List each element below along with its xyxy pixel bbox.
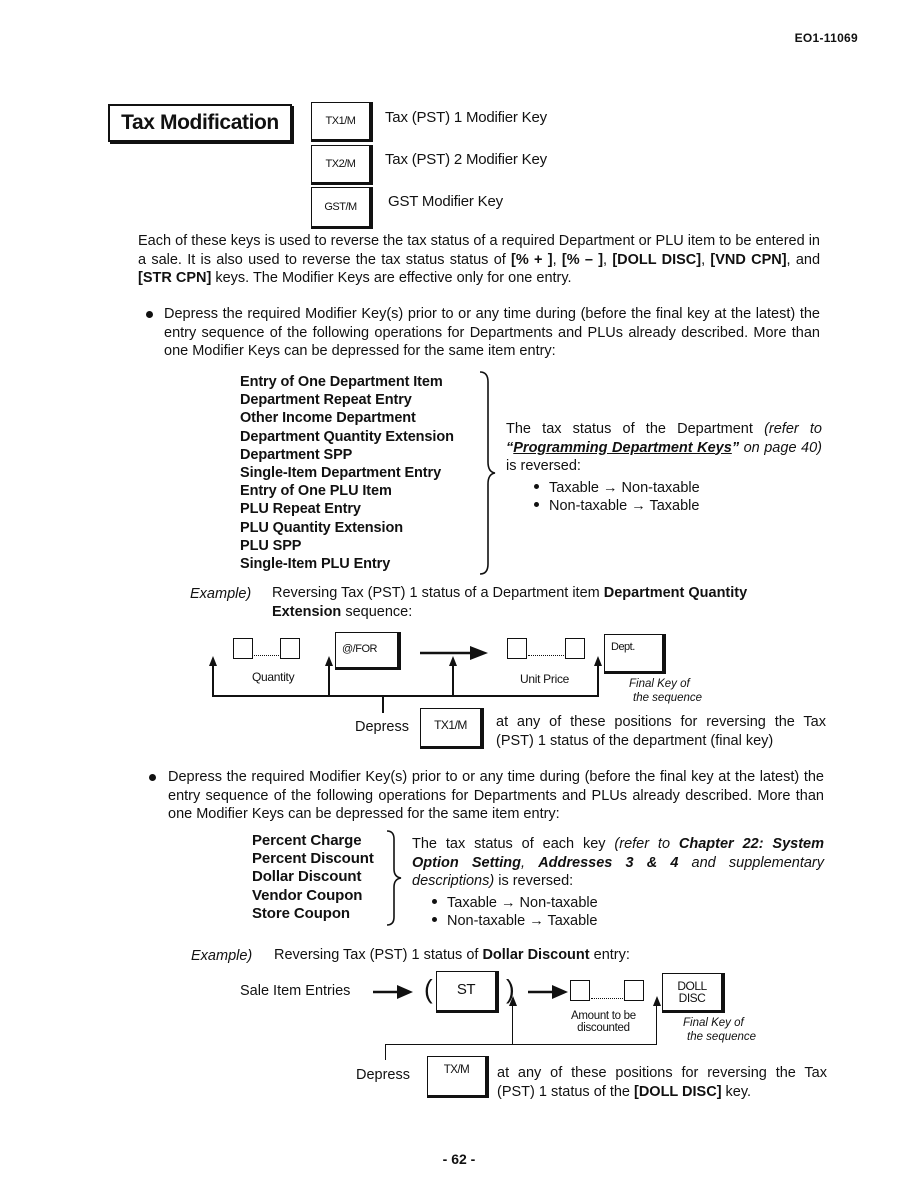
quantity-digit-box [233, 638, 253, 659]
operation-item: Percent Charge [252, 832, 362, 849]
operation-item: Entry of One Department Item [240, 374, 443, 390]
bullet2-text: Depress the required Modifier Key(s) pri… [168, 769, 824, 822]
amount-caption: Amount to be discounted [571, 1010, 636, 1034]
bullet1-result-text: The tax status of the Department (refer … [506, 421, 822, 474]
example1-depress-text: at any of these positions for reversing … [496, 714, 826, 749]
connector-line [656, 1004, 657, 1044]
sub-bullet: Taxable → Non-taxable [534, 479, 822, 497]
up-arrow-icon [509, 996, 517, 1006]
connector-line [597, 664, 599, 695]
unit-price-caption: Unit Price [520, 672, 570, 686]
bullet2-operations-list: Percent Charge Percent Discount Dollar D… [252, 832, 374, 923]
right-arrow-icon [373, 985, 413, 999]
connector-line [452, 664, 454, 695]
tx1-modifier-key-example: TX1/M [420, 708, 484, 749]
example1-label: Example) [190, 586, 252, 602]
operation-item: Single-Item Department Entry [240, 465, 442, 482]
doll-disc-key: DOLL DISC [662, 973, 725, 1013]
operation-item: Department Repeat Entry [240, 392, 412, 409]
example2-depress-text: at any of these positions for reversing … [497, 1065, 827, 1100]
operation-item: Store Coupon [252, 904, 350, 922]
bullet-marker [146, 311, 153, 318]
st-key: ST [436, 971, 499, 1013]
amount-digit-box [570, 980, 590, 1001]
up-arrow-icon [449, 656, 457, 666]
bullet1-text: Depress the required Modifier Key(s) pri… [164, 306, 820, 359]
operation-item: Single-Item PLU Entry [240, 556, 391, 573]
connector-line [385, 1044, 657, 1045]
example2-label: Example) [191, 948, 253, 964]
up-arrow-icon [209, 656, 217, 666]
quantity-caption: Quantity [252, 670, 295, 684]
right-brace-icon [479, 371, 496, 575]
operation-item: Vendor Coupon [252, 886, 363, 904]
final-key-caption: Final Key of the sequence [629, 678, 703, 704]
tx1-modifier-label: Tax (PST) 1 Modifier Key [385, 109, 547, 126]
right-arrow-icon [528, 985, 568, 999]
tx2-modifier-label: Tax (PST) 2 Modifier Key [385, 151, 547, 168]
dotted-line [254, 655, 279, 656]
operation-item: Entry of One PLU Item [240, 483, 392, 500]
dept-key: Dept. [604, 634, 666, 674]
operation-item: Dollar Discount [252, 868, 362, 886]
up-arrow-icon [653, 996, 661, 1006]
bullet2-result: The tax status of each key (refer to Cha… [412, 835, 824, 930]
programming-department-keys-link[interactable]: Programming Department Keys [513, 440, 732, 456]
bullet1-operations-list: Entry of One Department Item Department … [240, 373, 454, 573]
depress-label: Depress [356, 1067, 410, 1083]
bullet2-result-text: The tax status of each key (refer to Cha… [412, 836, 825, 889]
operation-item: Department SPP [240, 446, 353, 463]
sale-item-entries-label: Sale Item Entries [240, 983, 351, 999]
amount-digit-box [624, 980, 644, 1001]
tx1-modifier-key: TX1/M [311, 102, 373, 142]
connector-line [512, 1004, 513, 1044]
paren-open: ( [424, 974, 433, 1004]
document-id: EO1-11069 [794, 31, 858, 45]
depress-label: Depress [355, 719, 409, 735]
example1-description: Reversing Tax (PST) 1 status of a Depart… [272, 585, 748, 620]
operation-item: Percent Discount [252, 850, 374, 868]
up-arrow-icon [325, 656, 333, 666]
connector-line [328, 664, 330, 695]
right-brace-icon [386, 830, 402, 926]
bullet1-result: The tax status of the Department (refer … [506, 420, 822, 515]
operation-item: PLU Quantity Extension [240, 519, 403, 536]
gst-modifier-label: GST Modifier Key [388, 193, 503, 210]
connector-line [212, 664, 214, 695]
unit-price-digit-box [507, 638, 527, 659]
intro-paragraph: Each of these keys is used to reverse th… [138, 233, 821, 286]
sub-bullet: Non-taxable → Taxable [432, 912, 824, 930]
unit-price-digit-box [565, 638, 585, 659]
page-number: - 62 - [442, 1151, 476, 1167]
gst-modifier-key: GST/M [311, 187, 373, 229]
dotted-line [591, 998, 623, 999]
example2-description: Reversing Tax (PST) 1 status of Dollar D… [274, 947, 630, 963]
dotted-line [528, 655, 564, 656]
section-title: Tax Modification [108, 104, 292, 142]
sub-bullet: Taxable → Non-taxable [432, 894, 824, 912]
final-key-caption: Final Key of the sequence [683, 1017, 757, 1043]
connector-line [212, 695, 599, 697]
up-arrow-icon [594, 656, 602, 666]
sub-bullet: Non-taxable → Taxable [534, 497, 822, 515]
operation-item: Other Income Department [240, 410, 416, 427]
operation-item: PLU Repeat Entry [240, 501, 361, 518]
for-key: @/FOR [335, 632, 401, 670]
tx2-modifier-key: TX2/M [311, 145, 373, 185]
tx-modifier-key-example: TX/M [427, 1056, 489, 1098]
connector-line [385, 1044, 386, 1060]
bullet-marker [149, 774, 156, 781]
operation-item: PLU SPP [240, 537, 302, 554]
connector-line [382, 695, 384, 713]
operation-item: Department Quantity Extension [240, 428, 454, 445]
quantity-digit-box [280, 638, 300, 659]
